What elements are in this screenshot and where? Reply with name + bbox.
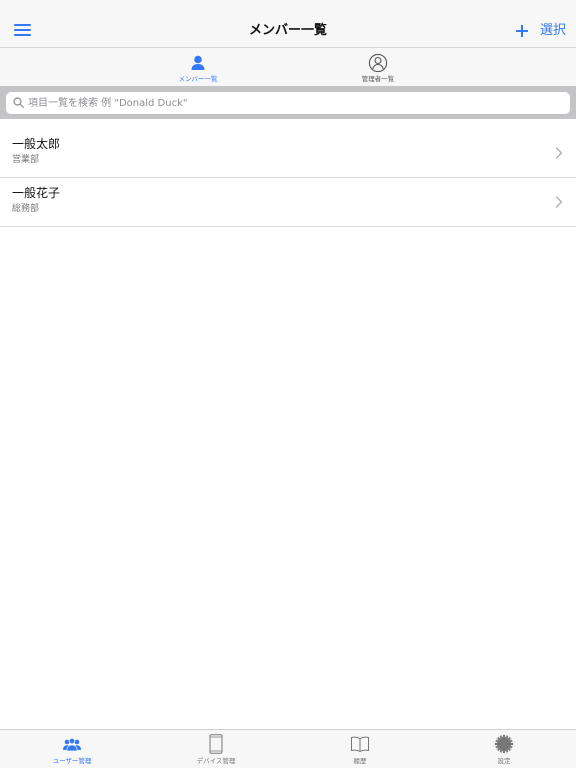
gear-icon: [495, 735, 513, 753]
add-member-button[interactable]: [513, 22, 531, 40]
tabbar-label: 履歴: [353, 757, 367, 765]
navigation-bar: メンバー一覧 選択: [0, 0, 576, 48]
tab-admin-list[interactable]: 管理者一覧: [328, 48, 428, 86]
page-title: メンバー一覧: [248, 23, 327, 38]
member-list: 一般太郎 営業部 一般花子 総務部: [0, 129, 576, 227]
person-icon: [191, 55, 205, 70]
tabbar-item-user-management[interactable]: ユーザー管理: [0, 730, 144, 768]
member-name: 一般花子: [12, 186, 61, 200]
member-name: 一般太郎: [12, 137, 61, 151]
tab-member-list[interactable]: メンバー一覧: [148, 48, 248, 86]
tabbar-label: ユーザー管理: [52, 757, 92, 765]
search-icon: [13, 97, 24, 108]
tabbar-label: デバイス管理: [196, 757, 236, 765]
member-type-tabs: メンバー一覧 管理者一覧: [0, 48, 576, 86]
list-item[interactable]: 一般花子 総務部: [0, 178, 576, 227]
search-field[interactable]: [6, 92, 570, 114]
chevron-right-icon: [555, 196, 563, 208]
tabbar-item-device-management[interactable]: デバイス管理: [144, 730, 288, 768]
tabbar-item-history[interactable]: 履歴: [288, 730, 432, 768]
select-button[interactable]: 選択: [540, 21, 574, 41]
person-circle-icon: [368, 53, 388, 73]
book-icon: [351, 736, 369, 752]
bottom-tab-bar: ユーザー管理 デバイス管理 履歴 設定: [0, 729, 576, 768]
tab-admin-list-label: 管理者一覧: [361, 75, 395, 83]
app-window: メンバー一覧 選択 メンバー一覧 管理者一覧 項目一覧を検索 例 "Donald…: [0, 0, 576, 768]
tabbar-item-settings[interactable]: 設定: [432, 730, 576, 768]
search-bar: [0, 86, 576, 119]
chevron-right-icon: [555, 147, 563, 159]
search-input[interactable]: [28, 95, 558, 111]
hamburger-menu-icon[interactable]: [14, 24, 31, 37]
list-item[interactable]: 一般太郎 営業部: [0, 129, 576, 178]
tab-member-list-label: メンバー一覧: [178, 75, 218, 83]
member-department: 総務部: [12, 204, 40, 214]
tablet-icon: [209, 734, 223, 754]
users-group-icon: [63, 737, 81, 752]
tabbar-label: 設定: [497, 757, 511, 765]
member-department: 営業部: [12, 155, 40, 165]
